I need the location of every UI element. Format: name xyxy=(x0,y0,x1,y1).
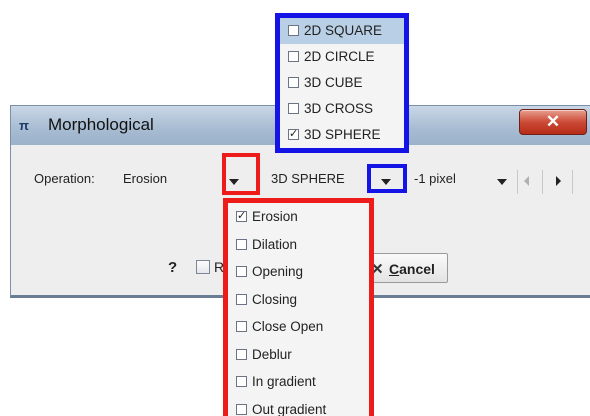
shape-option-label: 2D SQUARE xyxy=(304,23,383,38)
operation-menu: ✓ Erosion Dilation Opening Closing Close… xyxy=(223,198,374,416)
operation-option-label: Dilation xyxy=(252,236,298,252)
checkbox-icon xyxy=(236,238,247,250)
size-value[interactable]: -1 pixel xyxy=(414,171,456,186)
shape-option-2d-square[interactable]: 2D SQUARE xyxy=(280,18,404,44)
window-title: Morphological xyxy=(48,115,154,134)
close-button[interactable]: ✕ xyxy=(519,109,587,135)
shape-option-label: 3D SPHERE xyxy=(304,127,381,142)
operation-option-label: Opening xyxy=(252,264,304,279)
operation-option-close-open[interactable]: Close Open xyxy=(228,313,369,341)
operation-option-label: In gradient xyxy=(252,374,316,389)
shape-option-3d-sphere[interactable]: ✓ 3D SPHERE xyxy=(280,122,404,148)
operation-option-in-gradient[interactable]: In gradient xyxy=(228,368,369,396)
shape-option-label: 3D CUBE xyxy=(304,75,363,90)
checkbox-icon xyxy=(288,51,299,62)
operation-option-label: Out gradient xyxy=(252,401,327,416)
operation-option-label: Deblur xyxy=(252,346,292,362)
checkbox-icon xyxy=(236,348,247,360)
operation-option-closing[interactable]: Closing xyxy=(228,286,369,314)
shape-option-label: 2D CIRCLE xyxy=(304,49,375,64)
checkbox-checked-icon: ✓ xyxy=(288,128,299,140)
operation-option-label: Close Open xyxy=(252,319,324,334)
nav-divider xyxy=(517,170,518,194)
shape-option-2d-circle[interactable]: 2D CIRCLE xyxy=(280,44,404,70)
apply-checkbox[interactable] xyxy=(196,260,210,274)
checkbox-icon xyxy=(236,376,247,387)
operation-arrow-highlight-box xyxy=(222,153,260,195)
pi-app-icon: π xyxy=(19,118,29,133)
operation-option-deblur[interactable]: Deblur xyxy=(228,341,369,369)
chevron-down-icon xyxy=(497,179,507,185)
cancel-button[interactable]: ✕ Cancel xyxy=(364,253,448,283)
previous-icon[interactable] xyxy=(524,176,529,186)
operation-value[interactable]: Erosion xyxy=(123,171,167,186)
nav-divider xyxy=(542,170,543,194)
cancel-button-label: Cancel xyxy=(389,261,435,277)
operation-option-dilation[interactable]: Dilation xyxy=(228,231,369,259)
nav-divider xyxy=(572,170,573,194)
help-icon[interactable]: ? xyxy=(168,259,177,276)
operation-option-label: Closing xyxy=(252,291,298,307)
shape-menu: 2D SQUARE 2D CIRCLE 3D CUBE 3D CROSS ✓ 3… xyxy=(275,13,409,153)
shape-arrow-highlight-box xyxy=(367,164,407,193)
checkbox-icon xyxy=(288,77,299,88)
operation-option-out-gradient[interactable]: Out gradient xyxy=(228,396,369,416)
checkbox-icon xyxy=(236,321,247,332)
checkbox-icon xyxy=(288,25,299,36)
close-icon: ✕ xyxy=(545,112,561,131)
checkbox-checked-icon: ✓ xyxy=(236,210,247,222)
checkbox-icon xyxy=(236,293,247,305)
checkbox-icon xyxy=(236,266,247,277)
shape-option-3d-cube[interactable]: 3D CUBE xyxy=(280,70,404,96)
operation-label: Operation: xyxy=(34,171,95,186)
checkbox-icon xyxy=(236,403,247,415)
shape-value[interactable]: 3D SPHERE xyxy=(271,171,345,186)
shape-option-3d-cross[interactable]: 3D CROSS xyxy=(280,96,404,122)
operation-option-label: Erosion xyxy=(252,209,298,224)
next-icon[interactable] xyxy=(556,176,561,186)
shape-option-label: 3D CROSS xyxy=(304,101,374,116)
size-dropdown-button[interactable] xyxy=(493,172,511,192)
checkbox-icon xyxy=(288,103,299,114)
operation-option-opening[interactable]: Opening xyxy=(228,258,369,286)
operation-option-erosion[interactable]: ✓ Erosion xyxy=(228,203,369,231)
